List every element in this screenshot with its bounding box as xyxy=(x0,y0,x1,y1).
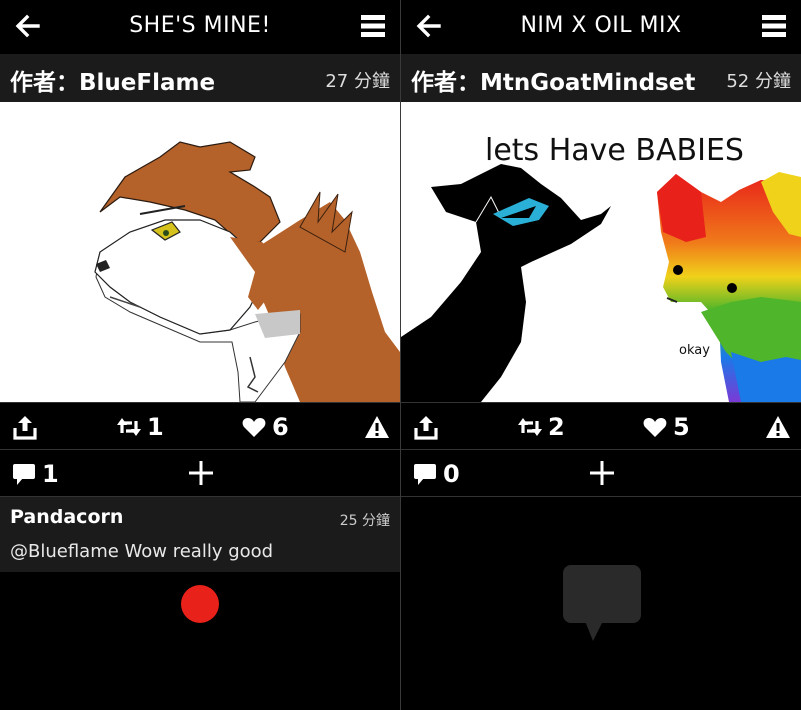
back-arrow-icon[interactable] xyxy=(14,13,40,39)
action-bar: 1 6 xyxy=(0,402,400,450)
repost-count: 1 xyxy=(147,413,164,441)
like-count: 5 xyxy=(673,413,690,441)
comment-text: @Blueflame Wow really good xyxy=(10,541,274,562)
post-time: 27 分鐘 xyxy=(325,71,390,92)
art-caption: lets Have BABIES xyxy=(485,133,744,168)
report-button[interactable] xyxy=(765,413,791,441)
share-icon xyxy=(414,416,438,440)
comment-count: 0 xyxy=(443,460,460,488)
action-bar: 2 5 xyxy=(401,402,801,450)
commenter-name[interactable]: Pandacorn xyxy=(10,506,123,528)
comment-bubble-icon xyxy=(13,464,35,485)
comment-bubble-icon xyxy=(414,464,436,485)
post-time: 52 分鐘 xyxy=(726,71,791,92)
empty-comments-icon xyxy=(563,565,641,641)
like-button[interactable]: 6 xyxy=(241,413,289,441)
artwork-image[interactable] xyxy=(0,102,400,402)
heart-icon xyxy=(643,418,667,437)
artwork-drawing-fox xyxy=(0,102,400,402)
comment-item[interactable]: Pandacorn 25 分鐘 @Blueflame Wow really go… xyxy=(0,497,400,572)
comment-time: 25 分鐘 xyxy=(339,513,390,529)
share-button[interactable] xyxy=(12,413,38,441)
artwork-image[interactable]: lets Have BABIES okay xyxy=(401,102,801,402)
author-name[interactable]: 作者：BlueFlame xyxy=(10,63,215,97)
hamburger-menu-icon[interactable] xyxy=(761,13,787,39)
comment-count: 1 xyxy=(42,460,59,488)
plus-icon[interactable] xyxy=(589,460,615,486)
heart-icon xyxy=(242,418,266,437)
post-title: NIM X OIL MIX xyxy=(520,13,682,38)
report-button[interactable] xyxy=(364,413,390,441)
top-bar: NIM X OIL MIX xyxy=(401,0,801,54)
author-name[interactable]: 作者：MtnGoatMindset xyxy=(411,63,695,97)
art-reply-text: okay xyxy=(679,343,710,358)
share-button[interactable] xyxy=(413,413,439,441)
back-arrow-icon[interactable] xyxy=(415,13,441,39)
post-panel-right: NIM X OIL MIX 作者：MtnGoatMindset 52 分鐘 le… xyxy=(401,0,801,710)
warning-icon xyxy=(766,416,790,438)
comment-count-button[interactable]: 1 xyxy=(12,460,59,488)
post-panel-left: SHE'S MINE! 作者：BlueFlame 27 分鐘 1 6 1 Pan… xyxy=(0,0,400,710)
like-button[interactable]: 5 xyxy=(642,413,690,441)
top-bar: SHE'S MINE! xyxy=(0,0,400,54)
author-bar: 作者：BlueFlame 27 分鐘 xyxy=(0,54,400,102)
author-bar: 作者：MtnGoatMindset 52 分鐘 xyxy=(401,54,801,102)
share-icon xyxy=(13,416,37,440)
artwork-drawing-cats: lets Have BABIES okay xyxy=(401,102,801,402)
repost-count: 2 xyxy=(548,413,565,441)
comment-bar: 1 xyxy=(0,450,400,497)
post-title: SHE'S MINE! xyxy=(129,13,271,38)
warning-icon xyxy=(365,416,389,438)
comment-count-button[interactable]: 0 xyxy=(413,460,460,488)
comment-bar: 0 xyxy=(401,450,801,497)
repost-button[interactable]: 1 xyxy=(116,413,164,441)
repost-button[interactable]: 2 xyxy=(517,413,565,441)
like-count: 6 xyxy=(272,413,289,441)
hamburger-menu-icon[interactable] xyxy=(360,13,386,39)
repost-icon xyxy=(117,418,141,436)
repost-icon xyxy=(518,418,542,436)
loading-indicator xyxy=(181,585,219,623)
plus-icon[interactable] xyxy=(188,460,214,486)
